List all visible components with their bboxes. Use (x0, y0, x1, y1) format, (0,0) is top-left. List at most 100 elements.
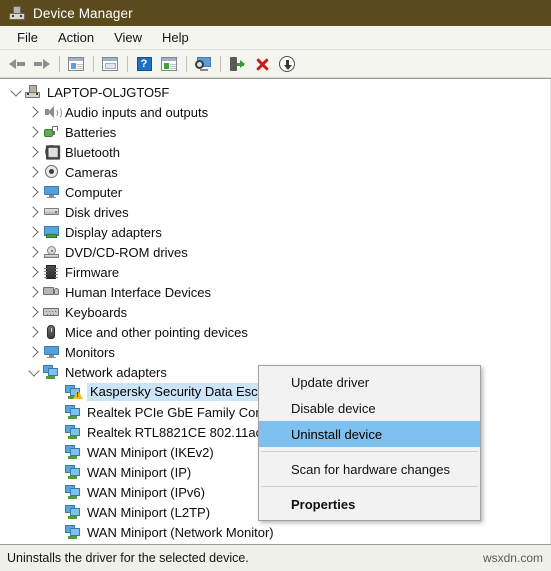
tree-category-label: Computer (65, 184, 123, 200)
chevron-right-icon[interactable] (26, 222, 42, 242)
toolbar-separator (59, 55, 60, 72)
tree-category-computer[interactable]: Computer (0, 182, 551, 202)
tree-category-label: DVD/CD-ROM drives (65, 244, 188, 260)
chevron-right-icon[interactable] (26, 322, 42, 342)
bluetooth-icon (42, 144, 61, 161)
console-tree-icon (68, 56, 84, 71)
tree-category-label: Audio inputs and outputs (65, 104, 209, 120)
chevron-right-icon[interactable] (26, 182, 42, 202)
chevron-right-icon[interactable] (26, 102, 42, 122)
context-menu-separator (261, 451, 478, 452)
monitor-icon (42, 344, 60, 360)
display-adapter-icon (42, 224, 60, 240)
scan-for-hardware-changes-button[interactable] (192, 53, 214, 75)
tree-category-label: Disk drives (65, 204, 129, 220)
chevron-right-icon[interactable] (26, 342, 42, 362)
help-button[interactable]: ? (133, 53, 155, 75)
menu-bar: File Action View Help (0, 26, 551, 50)
tree-category-mice-and-other-pointing-devices[interactable]: Mice and other pointing devices (0, 322, 551, 342)
chevron-right-icon[interactable] (26, 242, 42, 262)
chevron-down-icon[interactable] (26, 362, 42, 382)
network-adapter-icon (64, 424, 82, 440)
tree-category-label: Mice and other pointing devices (65, 324, 248, 340)
network-adapter-icon (64, 404, 82, 420)
update-driver-button[interactable] (226, 53, 248, 75)
help-question-icon: ? (136, 56, 152, 71)
chevron-right-icon[interactable] (26, 262, 42, 282)
down-arrow-circle-icon (279, 55, 295, 72)
camera-icon (42, 164, 60, 180)
chevron-right-icon[interactable] (26, 142, 42, 162)
tree-category-firmware[interactable]: Firmware (0, 262, 551, 282)
tree-category-monitors[interactable]: Monitors (0, 342, 551, 362)
properties-window-icon (102, 56, 118, 71)
tree-category-label: Network adapters (65, 364, 167, 380)
tree-category-batteries[interactable]: Batteries (0, 122, 551, 142)
disable-device-button[interactable] (276, 53, 298, 75)
context-menu-item-disable-device[interactable]: Disable device (259, 395, 480, 421)
network-adapter-icon (64, 464, 82, 480)
menu-file[interactable]: File (7, 28, 48, 47)
chevron-right-icon[interactable] (26, 162, 42, 182)
back-button[interactable] (6, 53, 28, 75)
back-arrow-icon (9, 58, 25, 70)
warning-triangle-icon (73, 390, 83, 399)
watermark-text: wsxdn.com (482, 551, 543, 565)
context-menu-item-properties[interactable]: Properties (259, 491, 480, 517)
properties-button[interactable] (99, 53, 121, 75)
uninstall-device-button[interactable] (251, 53, 273, 75)
context-menu-item-scan-for-hardware-changes[interactable]: Scan for hardware changes (259, 456, 480, 482)
tree-root-label: LAPTOP-OLJGTO5F (47, 84, 170, 100)
menu-help[interactable]: Help (152, 28, 199, 47)
toolbar-separator (220, 55, 221, 72)
window-title: Device Manager (33, 5, 133, 21)
chevron-right-icon[interactable] (26, 302, 42, 322)
firmware-icon (42, 264, 60, 280)
tree-root-computer[interactable]: LAPTOP-OLJGTO5F (0, 82, 551, 102)
status-bar: Uninstalls the driver for the selected d… (0, 544, 551, 571)
tree-category-dvd-cd-rom-drives[interactable]: DVD/CD-ROM drives (0, 242, 551, 262)
battery-icon (42, 124, 60, 140)
action-button[interactable] (158, 53, 180, 75)
show-hide-console-tree-button[interactable] (65, 53, 87, 75)
toolbar-separator (127, 55, 128, 72)
tree-category-label: Keyboards (65, 304, 128, 320)
action-window-icon (161, 56, 177, 71)
menu-action[interactable]: Action (48, 28, 104, 47)
tree-category-bluetooth[interactable]: Bluetooth (0, 142, 551, 162)
tree-category-label: Monitors (65, 344, 115, 360)
tree-category-audio-inputs-and-outputs[interactable]: Audio inputs and outputs (0, 102, 551, 122)
device-context-menu: Update driver Disable device Uninstall d… (258, 365, 481, 521)
tree-category-label: Cameras (65, 164, 118, 180)
tree-category-display-adapters[interactable]: Display adapters (0, 222, 551, 242)
network-adapter-icon (64, 504, 82, 520)
monitor-scan-icon (194, 56, 212, 71)
tree-category-label: Batteries (65, 124, 117, 140)
tree-category-disk-drives[interactable]: Disk drives (0, 202, 551, 222)
context-menu-item-uninstall-device[interactable]: Uninstall device (259, 421, 480, 447)
tree-device-wan-miniport-network-monitor[interactable]: WAN Miniport (Network Monitor) (0, 522, 551, 542)
tree-device-label: WAN Miniport (Network Monitor) (87, 524, 274, 540)
menu-view[interactable]: View (104, 28, 152, 47)
tree-device-label: WAN Miniport (IPv6) (87, 484, 205, 500)
tree-category-cameras[interactable]: Cameras (0, 162, 551, 182)
forward-button[interactable] (31, 53, 53, 75)
tree-device-label: WAN Miniport (L2TP) (87, 504, 211, 520)
tree-device-label: WAN Miniport (IP) (87, 464, 192, 480)
tree-device-label: WAN Miniport (IKEv2) (87, 444, 214, 460)
chevron-right-icon[interactable] (26, 202, 42, 222)
network-adapter-warning-icon (64, 384, 83, 400)
network-adapter-icon (64, 444, 82, 460)
tree-category-human-interface-devices[interactable]: Human Interface Devices (0, 282, 551, 302)
tree-category-label: Bluetooth (65, 144, 120, 160)
red-x-icon (254, 56, 270, 72)
chevron-right-icon[interactable] (26, 122, 42, 142)
context-menu-item-update-driver[interactable]: Update driver (259, 369, 480, 395)
chevron-down-icon[interactable] (8, 82, 24, 102)
toolbar-separator (186, 55, 187, 72)
chevron-right-icon[interactable] (26, 282, 42, 302)
context-menu-separator (261, 486, 478, 487)
forward-arrow-icon (34, 58, 50, 70)
status-hint-text: Uninstalls the driver for the selected d… (7, 551, 249, 565)
tree-category-keyboards[interactable]: Keyboards (0, 302, 551, 322)
